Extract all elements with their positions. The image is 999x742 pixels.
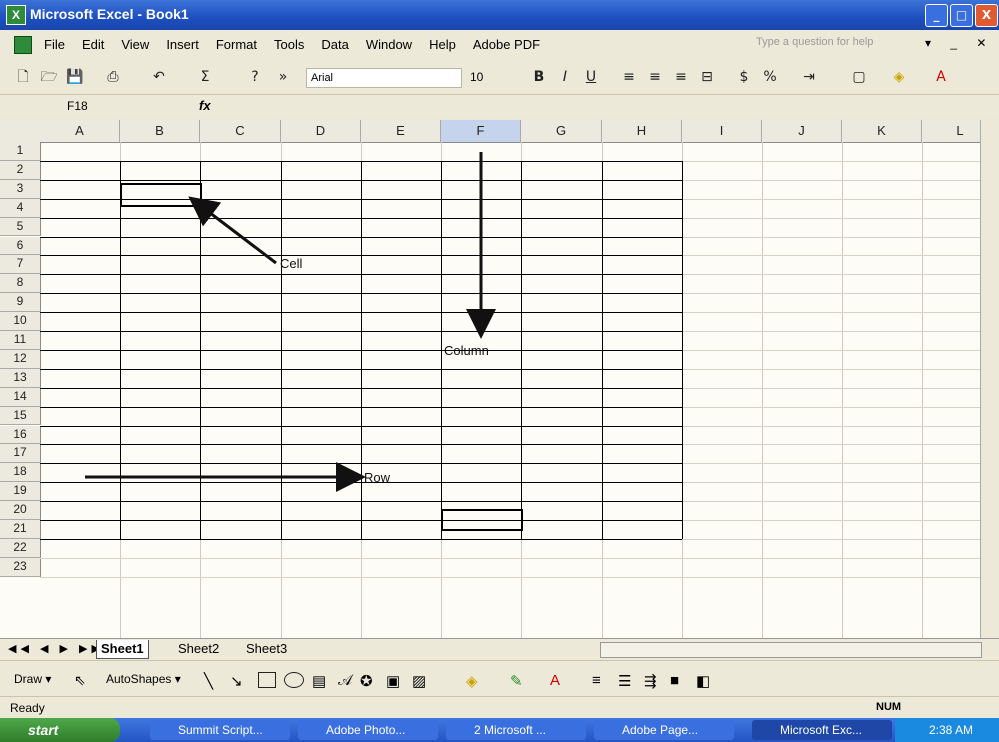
autoshapes-menu-button[interactable]: AutoShapes ▾ (106, 672, 181, 686)
rectangle-tool-icon[interactable] (258, 672, 276, 688)
cell-arrow (188, 196, 277, 265)
line-style-icon[interactable]: ≡ (592, 672, 601, 689)
tab-sheet3[interactable]: Sheet3 (242, 640, 291, 658)
align-center-icon[interactable]: ≡ (646, 68, 664, 86)
select-objects-icon[interactable]: ⇖ (74, 672, 86, 689)
diagram-tool-icon[interactable]: ✪ (360, 672, 373, 690)
new-document-icon[interactable]: 🗋 (14, 68, 32, 86)
window-title: Microsoft Excel - Book1 (30, 6, 189, 22)
standard-toolbar: 🗋 🗁 💾 ⎙ ↶ Σ ? » Arial 10 B I U ≡ ≡ ≡ ⊟ $… (0, 58, 999, 95)
menu-bar: File Edit View Insert Format Tools Data … (0, 30, 999, 58)
clipart-tool-icon[interactable]: ▣ (386, 672, 400, 690)
maximize-button[interactable]: □ (950, 4, 973, 27)
arrow-tool-icon[interactable]: ↘ (230, 672, 243, 690)
merge-center-icon[interactable]: ⊟ (698, 68, 716, 86)
help-question-input[interactable]: Type a question for help (756, 36, 916, 52)
insert-function-button[interactable]: fx (199, 98, 211, 113)
menu-format[interactable]: Format (216, 37, 257, 52)
tab-sheet2[interactable]: Sheet2 (174, 640, 223, 658)
tab-sheet1[interactable]: Sheet1 (96, 640, 149, 659)
name-box[interactable]: F18 (45, 97, 167, 115)
help-icon[interactable]: ? (246, 68, 264, 86)
formula-bar: F18 fx (0, 95, 999, 119)
document-window-controls[interactable]: ▾ _ ✕ (925, 36, 994, 50)
annotation-arrows (85, 152, 496, 492)
undo-icon[interactable]: ↶ (150, 68, 168, 86)
windows-taskbar: start Summit Script... Adobe Photo... 2 … (0, 718, 999, 742)
indent-icon[interactable]: ⇥ (800, 68, 818, 86)
line-color-icon[interactable]: ✎ (510, 672, 523, 690)
row-annotation-label: Row (364, 470, 391, 485)
underline-button[interactable]: U (582, 68, 600, 86)
drawing-toolbar: Draw ▾ ⇖ AutoShapes ▾ ╲ ↘ ▤ 𝒜 ✪ ▣ ▨ ◈ ✎ … (0, 660, 999, 697)
task-adobe-page[interactable]: Adobe Page... (594, 720, 734, 740)
borders-icon[interactable]: ▢ (850, 68, 868, 86)
3d-style-icon[interactable]: ◧ (696, 672, 710, 690)
system-tray-clock[interactable]: 2:38 AM (895, 718, 999, 742)
percent-button[interactable]: % (761, 68, 779, 86)
start-button[interactable]: start (0, 718, 120, 742)
arrow-style-icon[interactable]: ⇶ (644, 672, 657, 690)
task-microsoft-excel[interactable]: Microsoft Exc... (752, 720, 892, 740)
menu-tools[interactable]: Tools (274, 37, 304, 52)
vertical-scrollbar[interactable] (980, 120, 999, 638)
close-button[interactable]: X (975, 4, 998, 27)
open-folder-icon[interactable]: 🗁 (40, 68, 58, 86)
menu-insert[interactable]: Insert (166, 37, 199, 52)
italic-button[interactable]: I (556, 68, 574, 86)
menu-adobe-pdf[interactable]: Adobe PDF (473, 37, 540, 52)
sheet-tab-bar: ◀◀ ◀ ▶ ▶▶ Sheet1 Sheet2 Sheet3 (0, 638, 999, 661)
minimize-button[interactable]: _ (925, 4, 948, 27)
menu-file[interactable]: File (44, 37, 65, 52)
wordart-tool-icon[interactable]: 𝒜 (338, 672, 352, 689)
draw-menu-button[interactable]: Draw ▾ (14, 672, 51, 686)
num-lock-indicator: NUM (876, 701, 902, 713)
fill-color-icon[interactable]: ◈ (890, 68, 908, 86)
workbook-icon[interactable] (14, 36, 32, 54)
font-color-icon[interactable]: A (932, 68, 950, 86)
menu-help[interactable]: Help (429, 37, 456, 52)
font-size-select[interactable]: 10 (470, 68, 510, 86)
task-microsoft-group[interactable]: 2 Microsoft ... (446, 720, 586, 740)
print-icon[interactable]: ⎙ (104, 68, 122, 86)
bold-button[interactable]: B (530, 68, 548, 86)
textbox-tool-icon[interactable]: ▤ (312, 672, 326, 690)
dash-style-icon[interactable]: ☰ (618, 672, 631, 690)
draw-font-color-icon[interactable]: A (550, 672, 560, 689)
oval-tool-icon[interactable] (284, 672, 304, 688)
more-buttons-icon[interactable]: » (274, 68, 292, 86)
menu-edit[interactable]: Edit (82, 37, 104, 52)
status-bar: Ready NUM (0, 696, 999, 719)
picture-tool-icon[interactable]: ▨ (412, 672, 426, 690)
status-ready: Ready (10, 701, 45, 715)
title-bar: X Microsoft Excel - Book1 _ □ X (0, 0, 999, 30)
menu-data[interactable]: Data (321, 37, 348, 52)
autosum-button[interactable]: Σ (196, 68, 214, 86)
sheet-navigation-arrows[interactable]: ◀◀ ◀ ▶ ▶▶ (8, 642, 104, 655)
task-adobe-photo[interactable]: Adobe Photo... (298, 720, 438, 740)
excel-app-icon[interactable]: X (6, 5, 26, 25)
task-summit-script[interactable]: Summit Script... (150, 720, 290, 740)
menu-window[interactable]: Window (366, 37, 412, 52)
cell-annotation-label: Cell (280, 256, 303, 271)
column-annotation-label: Column (444, 343, 489, 358)
currency-button[interactable]: $ (735, 68, 753, 86)
font-name-select[interactable]: Arial (306, 68, 462, 88)
menu-view[interactable]: View (121, 37, 149, 52)
horizontal-scrollbar[interactable] (600, 642, 982, 658)
worksheet-grid[interactable]: ABCDEFGHIJKL 1 2 3 4 5 6 7 8 9 10 11 12 13 14 15 16 17 18… (0, 120, 999, 638)
shadow-style-icon[interactable]: ■ (670, 672, 679, 689)
save-icon[interactable]: 💾 (66, 68, 84, 86)
align-left-icon[interactable]: ≡ (620, 68, 638, 86)
line-tool-icon[interactable]: ╲ (204, 672, 213, 690)
draw-fill-color-icon[interactable]: ◈ (466, 672, 478, 690)
align-right-icon[interactable]: ≡ (672, 68, 690, 86)
